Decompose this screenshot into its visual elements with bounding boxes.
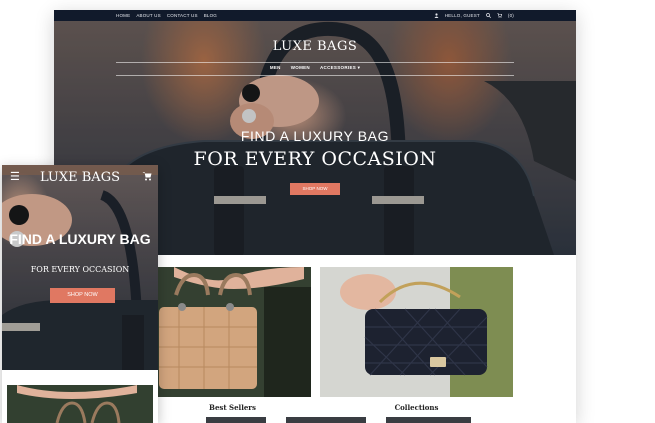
mobile-hero-banner: ☰ LUXE BAGS FIND A LUXURY BAG FOR EVERY … <box>2 165 158 370</box>
nav-divider-top <box>116 62 514 63</box>
next-row-preview-1 <box>206 417 266 423</box>
search-icon[interactable] <box>486 13 491 18</box>
top-bar: HOME ABOUT US CONTACT US BLOG HELLO, GUE… <box>54 10 576 21</box>
site-logo[interactable]: LUXE BAGS <box>54 39 576 54</box>
top-nav-about[interactable]: ABOUT US <box>136 13 161 18</box>
mobile-shop-now-button[interactable]: SHOP NOW <box>50 288 115 303</box>
mobile-site-logo[interactable]: LUXE BAGS <box>2 170 158 185</box>
mobile-hero-headline: FIND A LUXURY BAG <box>9 231 151 247</box>
cart-icon[interactable] <box>497 13 502 18</box>
cart-icon[interactable] <box>142 171 152 181</box>
user-icon <box>434 13 439 18</box>
mobile-hero-subheadline: FOR EVERY OCCASION <box>30 265 130 274</box>
next-row-preview-3 <box>386 417 471 423</box>
hero-headline: FIND A LUXURY BAG <box>240 128 390 144</box>
cart-count[interactable]: (0) <box>508 13 514 18</box>
next-row-preview-2 <box>286 417 366 423</box>
collections-tile[interactable] <box>320 267 513 397</box>
best-sellers-tile[interactable] <box>154 267 311 397</box>
top-right: HELLO, GUEST (0) <box>434 13 514 18</box>
mobile-best-sellers-tile[interactable] <box>7 385 153 423</box>
top-nav-blog[interactable]: BLOG <box>204 13 217 18</box>
account-link[interactable]: HELLO, GUEST <box>445 13 480 18</box>
top-nav: HOME ABOUT US CONTACT US BLOG <box>116 13 217 18</box>
nav-women[interactable]: WOMEN <box>291 65 310 71</box>
best-sellers-caption[interactable]: Best Sellers <box>154 403 311 412</box>
quilted-bag-image <box>320 267 513 397</box>
beige-bag-image <box>154 267 311 397</box>
mobile-beige-bag-image <box>7 385 153 423</box>
nav-accessories[interactable]: ACCESSORIES ▾ <box>320 65 360 71</box>
shop-now-button[interactable]: SHOP NOW <box>290 183 340 195</box>
top-nav-contact[interactable]: CONTACT US <box>167 13 198 18</box>
collections-caption[interactable]: Collections <box>320 403 513 412</box>
top-nav-home[interactable]: HOME <box>116 13 130 18</box>
nav-men[interactable]: MEN <box>270 65 281 71</box>
main-nav: MEN WOMEN ACCESSORIES ▾ <box>54 65 576 71</box>
mobile-mockup: ☰ LUXE BAGS FIND A LUXURY BAG FOR EVERY … <box>2 165 158 423</box>
nav-divider-bottom <box>116 75 514 76</box>
